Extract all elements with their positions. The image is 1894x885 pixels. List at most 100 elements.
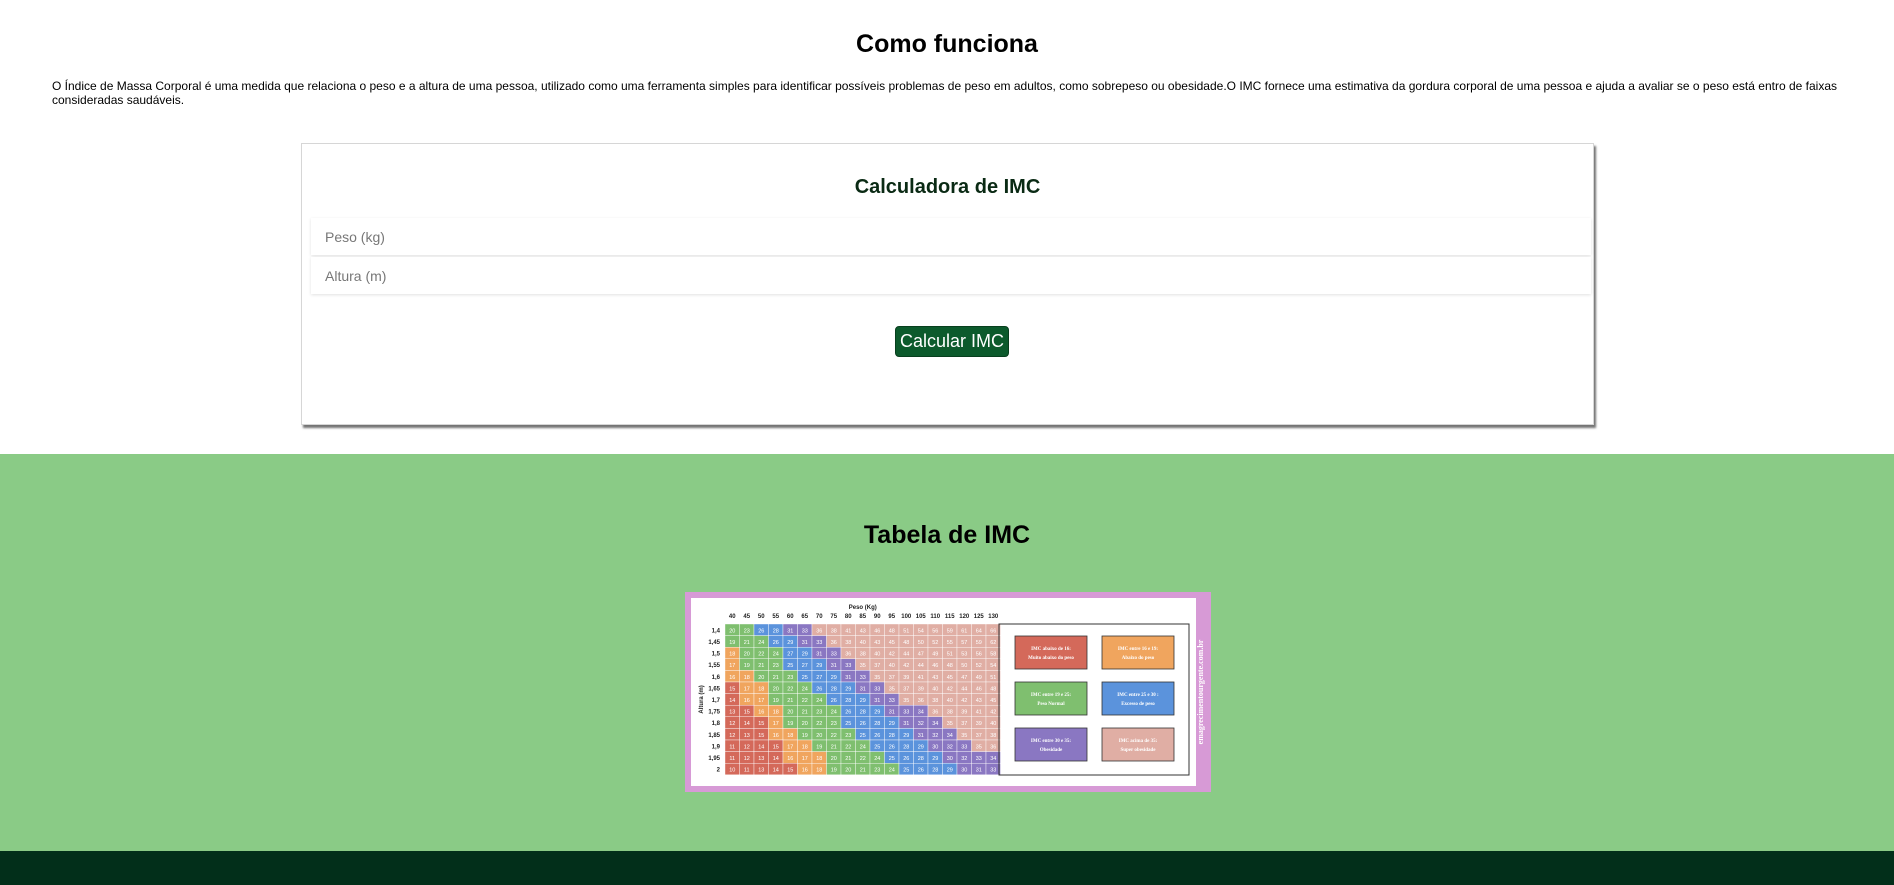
bmi-cell-value: 44	[961, 686, 967, 692]
bmi-cell-value: 11	[744, 768, 750, 774]
bmi-cell-value: 13	[744, 733, 750, 739]
bmi-cell-value: 40	[990, 721, 996, 727]
legend-line2: Muito abaixo do peso	[1028, 656, 1074, 661]
bmi-cell-value: 38	[990, 733, 996, 739]
bmi-cell-value: 38	[947, 710, 953, 716]
bmi-cell-value: 23	[831, 721, 837, 727]
bmi-cell-value: 28	[874, 721, 880, 727]
bmi-cell-value: 31	[918, 733, 924, 739]
legend-item	[1101, 727, 1175, 762]
bmi-cell-value: 29	[903, 733, 909, 739]
bmi-cell-value: 17	[758, 698, 764, 704]
bmi-cell-value: 19	[744, 663, 750, 669]
bmi-cell-value: 23	[845, 733, 851, 739]
height-input[interactable]	[311, 257, 1591, 294]
bmi-cell-value: 46	[976, 686, 982, 692]
bmi-cell-value: 56	[976, 652, 982, 658]
bmi-cell-value: 31	[903, 721, 909, 727]
bmi-cell-value: 33	[874, 686, 880, 692]
bmi-cell-value: 29	[845, 686, 851, 692]
bmi-cell-value: 33	[831, 652, 837, 658]
bmi-cell-value: 33	[816, 640, 822, 646]
bmi-cell-value: 42	[903, 663, 909, 669]
peso-axis-label: Peso (Kg)	[849, 605, 877, 611]
height-header: 1,9	[712, 744, 721, 750]
bmi-cell-value: 28	[773, 628, 779, 634]
bmi-cell-value: 49	[932, 652, 938, 658]
how-it-works-title: Como funciona	[856, 30, 1038, 58]
bmi-cell-value: 42	[947, 686, 953, 692]
bmi-calculator-card: Calculadora de IMC Calcular IMC	[301, 143, 1594, 425]
height-header: 1,95	[708, 756, 720, 762]
bmi-cell-value: 16	[729, 675, 735, 681]
bmi-cell-value: 17	[787, 744, 793, 750]
bmi-cell-value: 16	[744, 698, 750, 704]
bmi-cell-value: 31	[874, 698, 880, 704]
bmi-cell-value: 45	[990, 698, 996, 704]
legend-line2: Peso Normal	[1037, 702, 1065, 707]
height-header: 1,85	[708, 733, 720, 739]
bmi-cell-value: 14	[729, 698, 735, 704]
height-header: 1,65	[708, 686, 720, 692]
bmi-cell-value: 28	[831, 686, 837, 692]
bmi-cell-value: 24	[758, 640, 764, 646]
weight-header: 115	[945, 614, 955, 620]
weight-header: 105	[916, 614, 927, 620]
legend-line2: Obesidade	[1040, 748, 1063, 753]
bmi-cell-value: 35	[976, 744, 982, 750]
bmi-cell-value: 26	[860, 721, 866, 727]
bmi-cell-value: 16	[802, 768, 808, 774]
bmi-cell-value: 15	[758, 733, 764, 739]
bmi-cell-value: 38	[860, 652, 866, 658]
weight-header: 110	[930, 614, 940, 620]
bmi-cell-value: 43	[874, 640, 880, 646]
bmi-cell-value: 15	[758, 721, 764, 727]
bmi-cell-value: 46	[932, 663, 938, 669]
weight-input[interactable]	[311, 218, 1591, 255]
bmi-cell-value: 26	[918, 768, 924, 774]
bmi-cell-value: 29	[816, 663, 822, 669]
bmi-table-title: Tabela de IMC	[863, 521, 1031, 549]
bmi-cell-value: 34	[918, 710, 924, 716]
bmi-cell-value: 48	[990, 686, 996, 692]
bmi-cell-value: 39	[918, 686, 924, 692]
weight-header: 125	[974, 614, 985, 620]
bmi-cell-value: 20	[758, 675, 764, 681]
weight-header: 50	[758, 614, 765, 620]
legend-item	[1014, 681, 1088, 716]
bmi-cell-value: 22	[860, 756, 866, 762]
bmi-cell-value: 26	[758, 628, 764, 634]
bmi-cell-value: 22	[758, 652, 764, 658]
bmi-cell-value: 20	[773, 686, 779, 692]
bmi-cell-value: 43	[976, 698, 982, 704]
height-header: 1,8	[712, 721, 721, 727]
bmi-cell-value: 24	[773, 652, 779, 658]
legend-line1: IMC acima de 35:	[1119, 739, 1158, 744]
weight-header: 130	[988, 614, 999, 620]
legend-line2: Super obesidade	[1120, 748, 1156, 753]
bmi-cell-value: 47	[918, 652, 924, 658]
bmi-cell-value: 18	[816, 768, 822, 774]
bmi-cell-value: 23	[874, 768, 880, 774]
bmi-cell-value: 19	[773, 698, 779, 704]
bmi-cell-value: 47	[961, 675, 967, 681]
bmi-cell-value: 48	[889, 628, 895, 634]
height-header: 1,45	[708, 640, 720, 646]
weight-header: 75	[830, 614, 837, 620]
bmi-cell-value: 39	[903, 675, 909, 681]
bmi-cell-value: 21	[773, 675, 779, 681]
bmi-cell-value: 38	[831, 628, 837, 634]
weight-header: 65	[801, 614, 808, 620]
bmi-cell-value: 33	[961, 744, 967, 750]
bmi-cell-value: 24	[860, 744, 866, 750]
bmi-cell-value: 28	[860, 710, 866, 716]
bmi-cell-value: 49	[976, 675, 982, 681]
bmi-cell-value: 26	[889, 744, 895, 750]
calculate-bmi-button[interactable]: Calcular IMC	[895, 326, 1009, 357]
bmi-cell-value: 36	[932, 710, 938, 716]
bmi-cell-value: 16	[773, 733, 779, 739]
bmi-cell-value: 25	[903, 768, 909, 774]
bmi-cell-value: 41	[918, 675, 924, 681]
bmi-cell-value: 51	[990, 675, 996, 681]
bmi-cell-value: 50	[918, 640, 924, 646]
